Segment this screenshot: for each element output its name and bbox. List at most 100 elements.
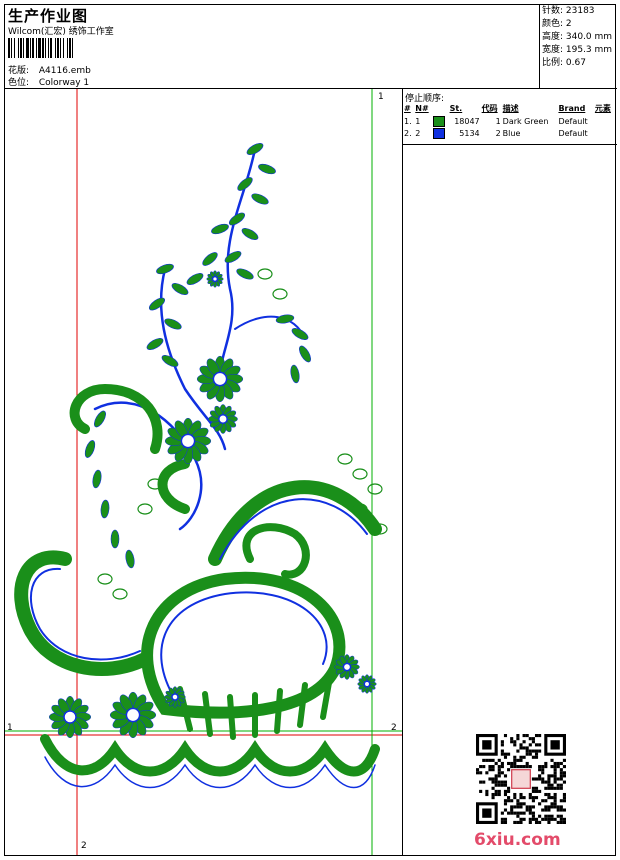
- qr-module: [510, 737, 514, 741]
- qr-module: [538, 820, 542, 824]
- qr-module: [503, 734, 508, 738]
- qr-module: [522, 802, 526, 806]
- qr-module: [538, 789, 542, 793]
- qr-module: [497, 758, 501, 762]
- qr-module: [476, 771, 480, 775]
- qr-module: [500, 752, 504, 756]
- qr-module: [559, 768, 563, 772]
- row-index: 1.: [404, 116, 412, 126]
- leaf: [290, 364, 300, 384]
- qr-module: [562, 765, 566, 769]
- qr-module: [541, 777, 545, 781]
- qr-module: [556, 777, 560, 781]
- qr-module: [503, 808, 508, 812]
- qr-module: [491, 765, 495, 769]
- leaf: [224, 251, 242, 263]
- flower-center: [171, 693, 179, 701]
- qr-module: [562, 796, 566, 800]
- barcode: [8, 38, 108, 58]
- design-width: 宽度: 195.3 mm: [542, 45, 613, 55]
- row-swatch: [432, 127, 448, 139]
- qr-module: [553, 817, 557, 821]
- sheet-title: 生产作业图: [8, 7, 89, 25]
- qr-module: [513, 743, 517, 747]
- col-index: #: [404, 104, 411, 113]
- qr-module: [503, 780, 508, 784]
- qr-module: [528, 792, 532, 797]
- row-code: 1: [495, 116, 501, 126]
- qr-module: [550, 796, 554, 800]
- qr-module: [528, 796, 532, 800]
- qr-module: [528, 752, 532, 756]
- stop-sequence-table: # N# St. 代码 描述 Brand 元素 1. 1 18047 1 Dar…: [403, 102, 615, 139]
- qr-module: [488, 758, 492, 762]
- qr-module: [488, 777, 492, 781]
- qr-module: [531, 799, 535, 803]
- qr-module: [519, 758, 523, 762]
- qr-module: [531, 749, 535, 753]
- qr-module: [541, 808, 545, 812]
- leaf-outline: [272, 288, 288, 300]
- qr-module: [547, 814, 551, 818]
- qr-module: [528, 817, 532, 821]
- qr-module: [562, 780, 566, 784]
- qr-module: [562, 808, 566, 812]
- qr-module: [507, 761, 511, 766]
- qr-module: [544, 792, 548, 797]
- qr-module: [541, 771, 545, 775]
- qr-module: [503, 789, 508, 793]
- qr-module: [559, 774, 563, 778]
- qr-code: [476, 734, 566, 824]
- row-stitches: 5134: [459, 128, 480, 138]
- qr-module: [553, 780, 557, 784]
- qr-module: [547, 783, 551, 787]
- qr-module: [544, 786, 548, 790]
- stitch-count: 针数: 23183: [542, 6, 595, 16]
- row-element: [594, 127, 615, 139]
- qr-module: [513, 805, 517, 809]
- leaf-outline: [97, 573, 113, 585]
- qr-module: [544, 765, 548, 769]
- qr-module: [491, 786, 495, 790]
- qr-module: [550, 802, 554, 806]
- qr-module: [534, 820, 539, 824]
- flower-center: [218, 414, 228, 424]
- qr-module: [507, 768, 511, 772]
- qr-module: [556, 820, 560, 824]
- qr-module: [516, 820, 520, 824]
- qr-module: [516, 749, 520, 753]
- mid-scroll: [157, 459, 190, 514]
- qr-module: [503, 817, 508, 821]
- leaf: [202, 252, 218, 266]
- qr-module: [516, 765, 520, 769]
- qr-module: [553, 802, 557, 806]
- qr-module: [510, 808, 514, 812]
- qr-module: [494, 789, 498, 793]
- qr-module: [544, 805, 548, 809]
- qr-module: [485, 792, 489, 797]
- leaf: [251, 193, 269, 205]
- qr-module: [491, 780, 495, 784]
- col-brand: Brand: [558, 104, 586, 113]
- qr-module: [531, 817, 535, 821]
- row-swatch: [432, 115, 448, 127]
- qr-module: [497, 765, 501, 769]
- qr-module: [519, 805, 523, 809]
- qr-module: [553, 786, 557, 790]
- qr-module: [547, 774, 551, 778]
- qr-module: [547, 786, 551, 790]
- qr-module: [510, 740, 514, 744]
- qr-module: [497, 771, 501, 775]
- fan-motif: [208, 480, 382, 566]
- leaf: [241, 228, 259, 240]
- qr-module: [500, 817, 504, 821]
- qr-module: [547, 777, 551, 781]
- qr-module: [491, 768, 495, 772]
- flower: [357, 674, 377, 694]
- qr-module: [562, 817, 566, 821]
- qr-module: [556, 808, 560, 812]
- qr-module: [510, 805, 514, 809]
- qr-module: [503, 752, 508, 756]
- qr-module: [519, 765, 523, 769]
- qr-module: [513, 792, 517, 797]
